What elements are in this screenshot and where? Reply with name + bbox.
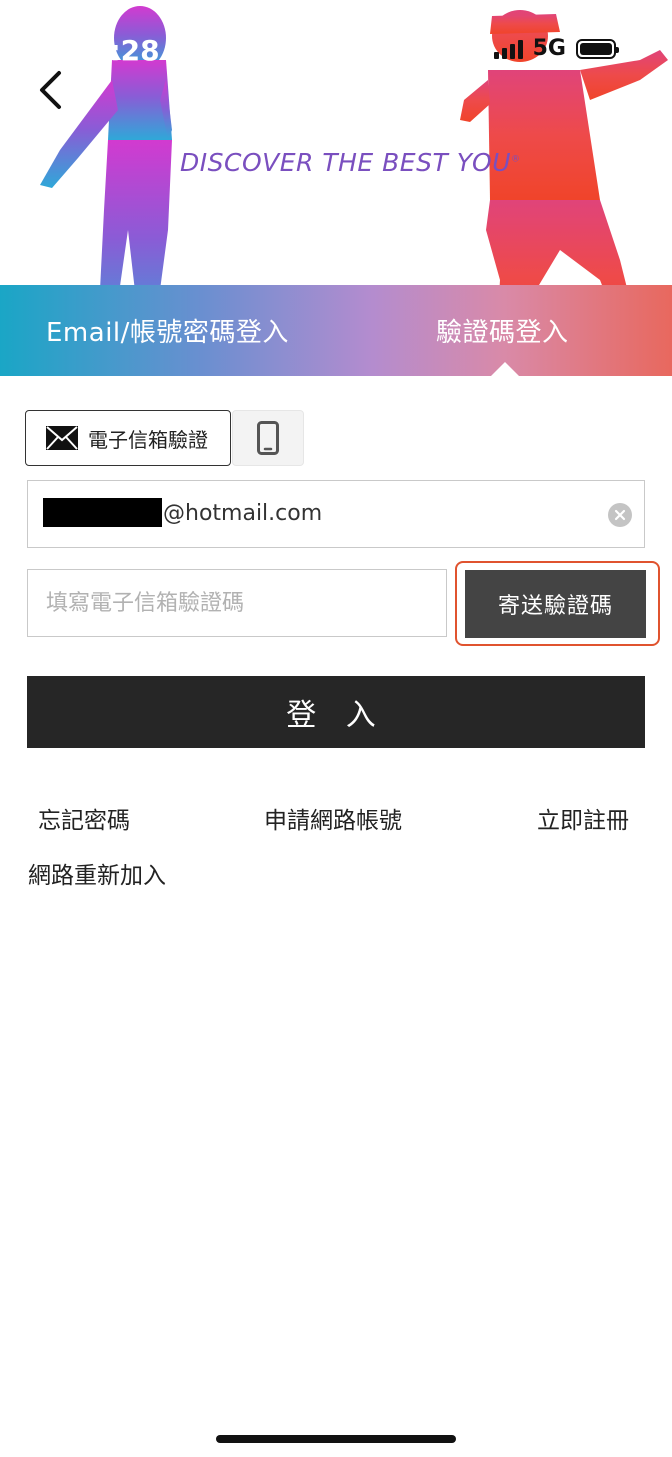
email-verify-label: 電子信箱驗證 xyxy=(88,427,208,452)
phone-verify-option[interactable] xyxy=(232,410,304,466)
chevron-left-icon xyxy=(40,71,61,109)
verification-code-input[interactable] xyxy=(27,569,447,637)
send-code-button[interactable]: 寄送驗證碼 xyxy=(465,570,646,638)
clear-email-button[interactable] xyxy=(608,503,632,527)
status-indicators: 5G xyxy=(493,36,619,61)
rejoin-link[interactable]: 網路重新加入 xyxy=(28,856,166,890)
email-input[interactable]: @hotmail.com xyxy=(27,480,645,548)
login-button[interactable]: 登 入 xyxy=(27,676,645,748)
tab-email-password-login[interactable]: Email/帳號密碼登入 xyxy=(46,285,289,376)
back-button[interactable] xyxy=(30,68,70,112)
signal-icon xyxy=(493,39,523,59)
email-verify-option[interactable]: 電子信箱驗證 xyxy=(25,410,231,466)
network-type: 5G xyxy=(532,36,566,61)
clear-icon xyxy=(614,509,626,521)
forgot-password-link[interactable]: 忘記密碼 xyxy=(38,801,130,835)
envelope-icon xyxy=(46,426,78,450)
header-banner: DISCOVER THE BEST YOU® Email/帳號密碼登入 驗證碼登… xyxy=(0,0,672,376)
login-tabs: Email/帳號密碼登入 驗證碼登入 xyxy=(0,285,672,376)
status-time: 8:28 xyxy=(90,34,160,67)
battery-icon xyxy=(576,38,619,59)
phone-icon xyxy=(257,421,279,455)
register-link[interactable]: 立即註冊 xyxy=(537,801,629,835)
home-indicator xyxy=(216,1435,456,1443)
email-value: @hotmail.com xyxy=(163,501,323,526)
active-tab-indicator xyxy=(491,362,519,376)
brand-slogan: DISCOVER THE BEST YOU® xyxy=(180,148,521,177)
apply-account-link[interactable]: 申請網路帳號 xyxy=(264,801,402,835)
redacted-email-username xyxy=(43,498,162,527)
